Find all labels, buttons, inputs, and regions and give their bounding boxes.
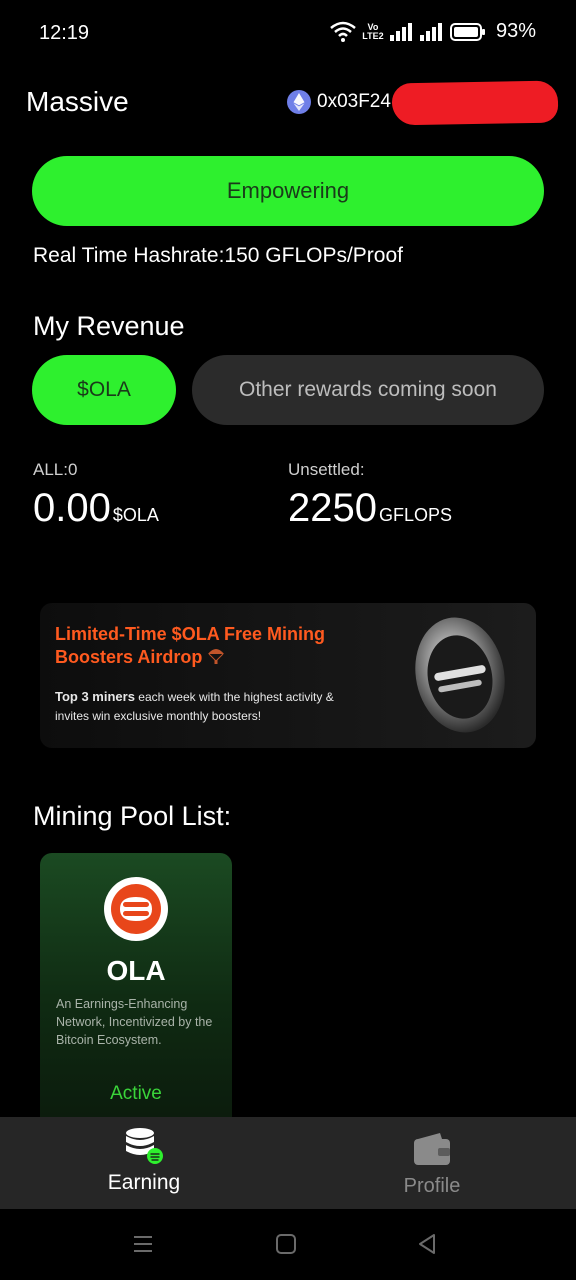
all-label: ALL:0	[33, 460, 78, 479]
airdrop-banner[interactable]: Limited-Time $OLA Free Mining Boosters A…	[40, 603, 536, 748]
home-icon[interactable]	[275, 1233, 297, 1255]
banner-body: Top 3 miners each week with the highest …	[55, 687, 355, 726]
pool-list-title: Mining Pool List:	[33, 801, 232, 831]
unsettled-unit: GFLOPS	[378, 505, 453, 525]
ethereum-icon	[287, 90, 311, 114]
wifi-icon	[330, 21, 356, 42]
unsettled-value-group: 2250 GFLOPS	[288, 486, 452, 531]
empowering-button[interactable]: Empowering	[32, 156, 544, 226]
ola-coin-icon	[415, 617, 505, 733]
all-unit: $OLA	[112, 505, 159, 525]
pool-card-ola[interactable]: OLA An Earnings-Enhancing Network, Incen…	[40, 853, 232, 1133]
tab-ola[interactable]: $OLA	[32, 355, 176, 425]
all-value-group: 0.00 $OLA	[33, 486, 159, 531]
bottom-nav: Earning Profile	[0, 1117, 576, 1209]
banner-headline: Limited-Time $OLA Free Mining Boosters A…	[55, 623, 385, 669]
ola-logo-icon	[111, 884, 161, 934]
status-time: 12:19	[39, 22, 90, 44]
menu-icon[interactable]	[132, 1233, 154, 1255]
banner-headline-text: Limited-Time $OLA Free Mining Boosters A…	[55, 624, 326, 667]
redaction-mark	[391, 80, 559, 126]
unsettled-value: 2250	[288, 486, 377, 530]
status-icons: Vo LTE2 93%	[330, 20, 536, 43]
database-coin-icon	[126, 1128, 163, 1164]
signal-icon	[389, 22, 412, 41]
signal-icon-2	[419, 22, 442, 41]
wallet-address-chip[interactable]: 0x03F24	[287, 90, 391, 114]
wallet-address-text: 0x03F24	[317, 91, 391, 112]
wallet-icon	[414, 1133, 450, 1165]
parachute-icon	[208, 649, 225, 664]
pool-status: Active	[110, 1083, 162, 1104]
nav-profile[interactable]: Profile	[288, 1117, 576, 1209]
revenue-title: My Revenue	[33, 311, 185, 341]
all-value: 0.00	[33, 486, 111, 530]
nav-profile-label: Profile	[403, 1175, 461, 1197]
status-bar: 12:19 Vo LTE2 93%	[0, 0, 576, 66]
battery-percent: 93%	[495, 20, 536, 42]
pool-name: OLA	[106, 955, 166, 986]
pool-description: An Earnings-Enhancing Network, Incentivi…	[56, 997, 213, 1047]
unsettled-label: Unsettled:	[288, 460, 365, 479]
tab-other-rewards[interactable]: Other rewards coming soon	[192, 355, 544, 425]
back-icon[interactable]	[416, 1233, 438, 1255]
app-title: Massive	[26, 86, 129, 117]
system-nav-bar	[0, 1209, 576, 1280]
battery-icon	[449, 22, 485, 41]
volte-icon: Vo LTE2	[362, 21, 384, 41]
hashrate-text: Real Time Hashrate:150 GFLOPs/Proof	[33, 244, 403, 267]
nav-earning-label: Earning	[107, 1171, 181, 1194]
ola-logo	[104, 877, 168, 941]
banner-body-bold: Top 3 miners	[55, 689, 135, 704]
nav-earning[interactable]: Earning	[0, 1117, 288, 1209]
